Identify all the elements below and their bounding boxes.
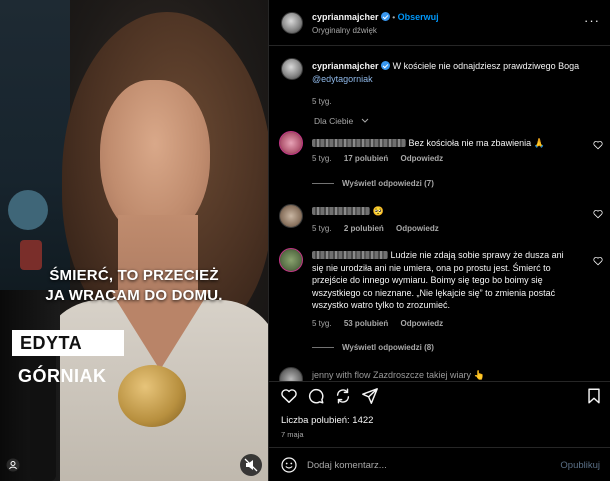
gold-pendant (118, 365, 186, 427)
name-plate-first: EDYTA (12, 330, 124, 356)
comment-text: 🥺 (372, 206, 384, 216)
mute-button[interactable] (240, 454, 262, 476)
verified-badge-icon (380, 12, 390, 21)
blurred-username (312, 207, 370, 215)
comment-text: jenny with flow Zazdroszcze takiej wiary… (312, 370, 485, 380)
caption-text: W kościele nie odnajdziesz prawdziwego B… (392, 61, 580, 71)
more-options-icon[interactable]: ··· (584, 13, 600, 28)
like-comment-heart-icon[interactable] (593, 209, 603, 219)
header-separator: • (392, 12, 396, 22)
post-actions: Liczba polubień: 1422 7 maja (269, 381, 610, 443)
like-comment-heart-icon[interactable] (593, 256, 603, 266)
caption-author-avatar[interactable] (281, 58, 303, 80)
comment-text-line: przejście do innego wymiaru. Boimy się t… (312, 275, 543, 285)
comment-time: 5 tyg. (312, 224, 332, 233)
commenter-avatar[interactable] (279, 367, 303, 381)
chevron-down-icon (361, 118, 369, 123)
comment-bubble-icon[interactable] (307, 387, 325, 405)
save-bookmark-icon[interactable] (585, 387, 603, 405)
publish-button[interactable]: Opublikuj (560, 460, 600, 471)
comment-item: jenny with flow Zazdroszcze takiej wiary… (269, 365, 610, 381)
comment-time: 5 tyg. (312, 154, 332, 163)
comment-likes[interactable]: 53 polubień (344, 319, 388, 328)
view-replies-button[interactable]: Wyświetl odpowiedzi (7) (312, 179, 434, 188)
emoji-icon[interactable] (281, 457, 297, 473)
name-plate-last: GÓRNIAK (18, 366, 107, 386)
mention-link[interactable]: @edytagorniak (312, 74, 373, 84)
comment-text-line: się nie urodziła ani nie umiera, ona po … (312, 262, 551, 273)
reply-button[interactable]: Odpowiedz (396, 224, 439, 233)
comment-item: 🥺 5 tyg. 2 polubień Odpowiedz (269, 203, 610, 239)
video-subtitle: ŚMIERĆ, TO PRZECIEŻ JA WRACAM DO DOMU. (0, 266, 268, 306)
tagged-user-icon[interactable] (6, 458, 20, 472)
author-username[interactable]: cyprianmajcher (312, 12, 379, 22)
comment-likes[interactable]: 17 polubień (344, 154, 388, 163)
blurred-username (312, 139, 406, 147)
subtitle-line-2: JA WRACAM DO DOMU. (45, 287, 223, 304)
comment-time: 5 tyg. (312, 319, 332, 328)
comment-text-line: Ludzie nie zdają sobie sprawy że dusza a… (390, 250, 564, 260)
likes-count[interactable]: Liczba polubień: 1422 (281, 415, 373, 426)
comment-filter[interactable]: Dla Ciebie (269, 115, 610, 129)
comment-likes[interactable]: 2 polubień (344, 224, 384, 233)
audio-label[interactable]: Oryginalny dźwięk (312, 26, 377, 35)
filter-label: Dla Ciebie (314, 116, 354, 126)
commenter-avatar[interactable] (279, 204, 303, 228)
reel-video[interactable]: ŚMIERĆ, TO PRZECIEŻ JA WRACAM DO DOMU. E… (0, 0, 268, 481)
follow-button[interactable]: Obserwuj (398, 12, 439, 22)
reply-button[interactable]: Odpowiedz (401, 319, 444, 328)
repost-icon[interactable] (334, 387, 352, 405)
comment-item: Ludzie nie zdają sobie sprawy że dusza a… (269, 247, 610, 357)
caption-username[interactable]: cyprianmajcher (312, 61, 379, 71)
commenter-avatar[interactable] (279, 248, 303, 272)
view-replies-button[interactable]: Wyświetl odpowiedzi (8) (312, 343, 434, 352)
like-heart-icon[interactable] (280, 387, 298, 405)
post-panel: cyprianmajcher • Obserwuj Oryginalny dźw… (268, 0, 610, 481)
blurred-username (312, 251, 388, 259)
verified-badge-icon (381, 61, 391, 70)
commenter-avatar[interactable] (279, 131, 303, 155)
comment-item: Bez kościoła nie ma zbawienia 🙏 5 tyg. 1… (269, 131, 610, 191)
subtitle-line-1: ŚMIERĆ, TO PRZECIEŻ (49, 267, 219, 284)
comment-input[interactable] (307, 456, 537, 474)
comments-section[interactable]: cyprianmajcher W kościele nie odnajdzies… (269, 47, 610, 381)
comment-text: Bez kościoła nie ma zbawienia 🙏 (408, 138, 545, 148)
share-send-icon[interactable] (361, 387, 379, 405)
speaker-muted-icon (244, 458, 258, 472)
comment-text-line: wszystkiego co nieznane. „Nie lękajcie s… (312, 287, 556, 298)
comment-text-line: wszystko watro tylko to zrozumieć. (312, 300, 451, 310)
post-header: cyprianmajcher • Obserwuj Oryginalny dźw… (269, 0, 610, 46)
post-date: 7 maja (281, 430, 304, 439)
caption-time: 5 tyg. (312, 97, 332, 106)
like-comment-heart-icon[interactable] (593, 140, 603, 150)
reply-button[interactable]: Odpowiedz (401, 154, 444, 163)
caption: cyprianmajcher W kościele nie odnajdzies… (269, 55, 610, 106)
background-shelf (0, 0, 70, 300)
comment-composer: Opublikuj (269, 447, 610, 481)
author-avatar[interactable] (281, 12, 303, 34)
